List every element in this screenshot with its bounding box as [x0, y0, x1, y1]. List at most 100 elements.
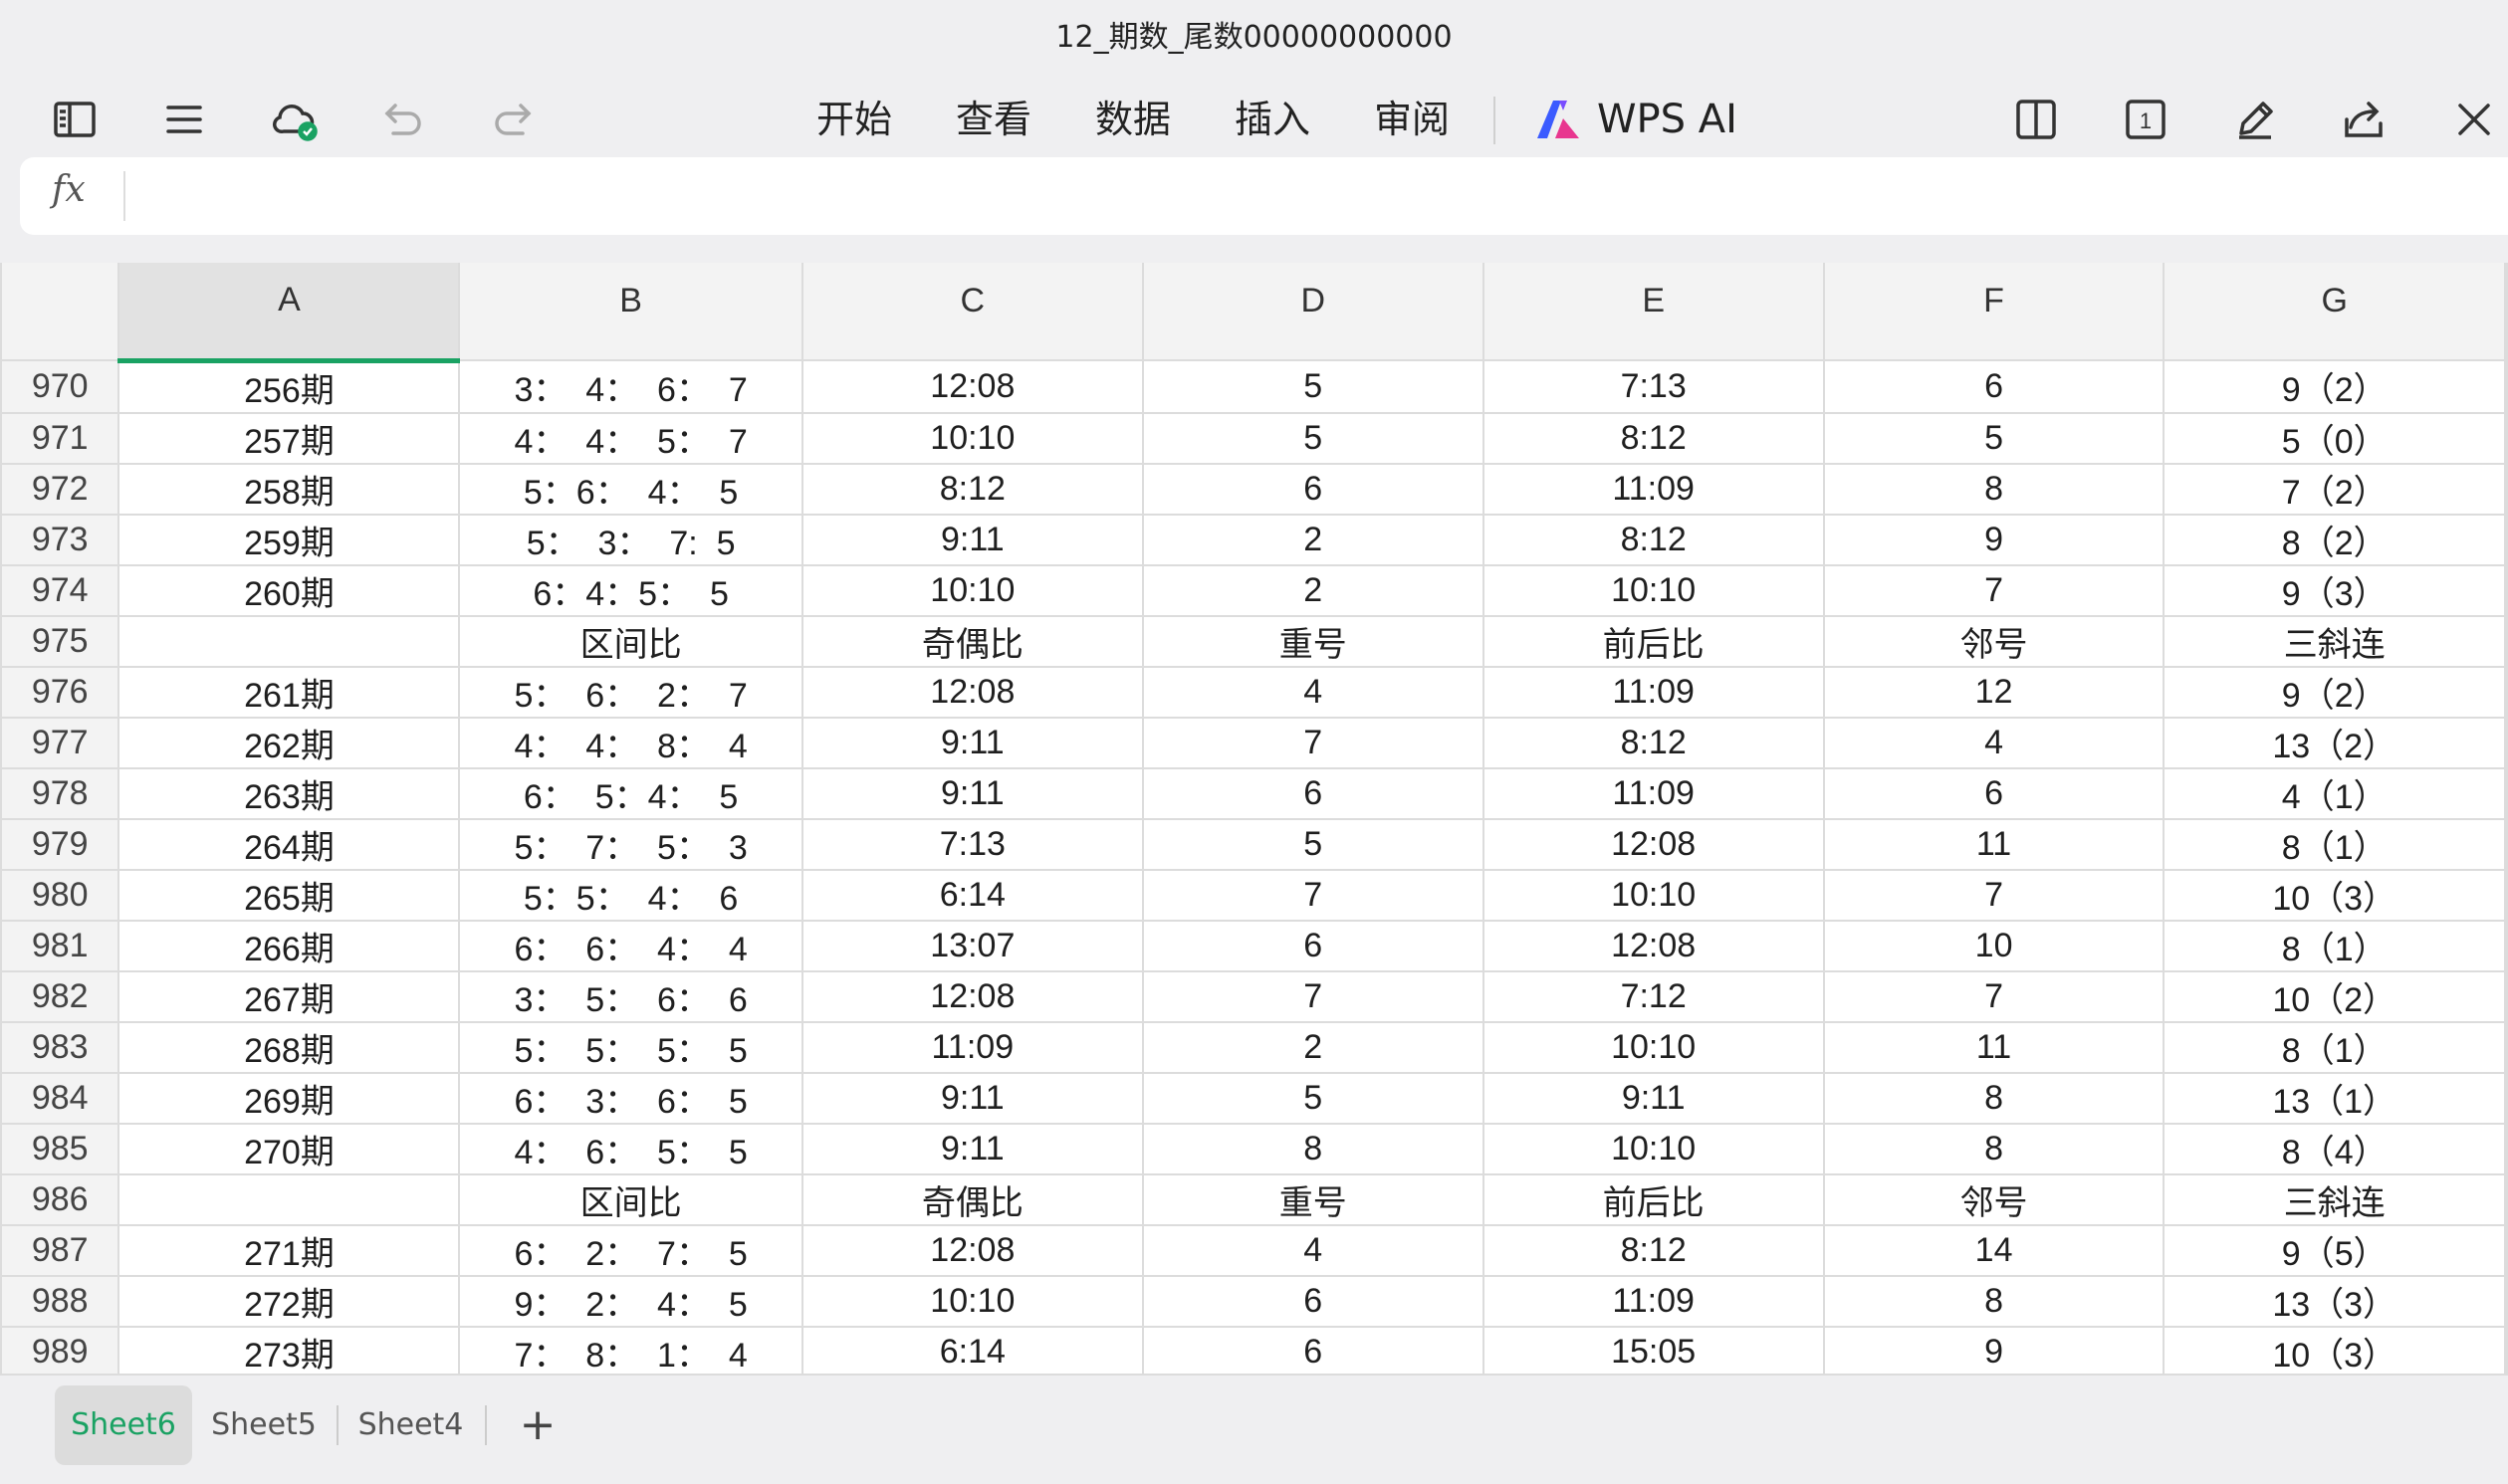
row-header[interactable]: 980 — [0, 868, 120, 922]
cell-b[interactable]: 5：6： 4： 5 — [458, 462, 803, 516]
column-header-f[interactable]: F — [1822, 263, 2166, 361]
cell-d[interactable]: 6 — [1141, 462, 1484, 516]
cell-b[interactable]: 3： 5： 6： 6 — [458, 969, 803, 1023]
cell-c[interactable]: 6:14 — [800, 1325, 1144, 1374]
cell-d[interactable]: 7 — [1141, 868, 1484, 922]
cell-b[interactable]: 6：4：5： 5 — [458, 563, 803, 617]
cell-e[interactable]: 8:12 — [1482, 716, 1825, 769]
cell-f[interactable]: 邻号 — [1822, 1172, 2166, 1226]
cell-overflow[interactable] — [2504, 1325, 2508, 1374]
row-header[interactable]: 984 — [0, 1071, 120, 1125]
cell-overflow[interactable] — [2504, 1223, 2508, 1277]
cell-d[interactable]: 重号 — [1141, 614, 1484, 668]
cell-d[interactable]: 重号 — [1141, 1172, 1484, 1226]
row-header[interactable]: 977 — [0, 716, 120, 769]
cell-overflow[interactable] — [2504, 462, 2508, 516]
cell-a[interactable] — [117, 614, 461, 668]
sheet-tab-sheet5[interactable]: Sheet5 — [204, 1385, 324, 1465]
cell-a[interactable]: 256期 — [117, 359, 461, 414]
cell-c[interactable]: 12:08 — [800, 1223, 1144, 1277]
cell-a[interactable]: 263期 — [117, 766, 461, 820]
cell-e[interactable]: 15:05 — [1482, 1325, 1825, 1374]
cell-e[interactable]: 12:08 — [1482, 919, 1825, 972]
cell-overflow[interactable] — [2504, 1020, 2508, 1074]
cell-c[interactable]: 10:10 — [800, 563, 1144, 617]
cell-d[interactable]: 6 — [1141, 1325, 1484, 1374]
cell-b[interactable]: 5： 3： 7: 5 — [458, 513, 803, 566]
cell-d[interactable]: 5 — [1141, 1071, 1484, 1125]
cell-e[interactable]: 11:09 — [1482, 665, 1825, 719]
cell-c[interactable]: 12:08 — [800, 665, 1144, 719]
cell-e[interactable]: 10:10 — [1482, 563, 1825, 617]
cell-b[interactable]: 3： 4： 6： 7 — [458, 359, 803, 414]
cell-overflow[interactable] — [2504, 359, 2508, 414]
row-header[interactable]: 976 — [0, 665, 120, 719]
cell-e[interactable]: 11:09 — [1482, 1274, 1825, 1328]
cell-g[interactable]: 9（2） — [2163, 665, 2506, 719]
cell-a[interactable]: 266期 — [117, 919, 461, 972]
cell-c[interactable]: 9:11 — [800, 1122, 1144, 1175]
cell-b[interactable]: 区间比 — [458, 1172, 803, 1226]
cell-c[interactable]: 12:08 — [800, 359, 1144, 414]
cell-d[interactable]: 5 — [1141, 411, 1484, 465]
cell-g[interactable]: 13（1） — [2163, 1071, 2506, 1125]
cell-d[interactable]: 6 — [1141, 919, 1484, 972]
cell-d[interactable]: 2 — [1141, 1020, 1484, 1074]
cell-b[interactable]: 7： 8： 1： 4 — [458, 1325, 803, 1374]
add-sheet-button[interactable]: + — [508, 1385, 568, 1465]
cell-f[interactable]: 9 — [1822, 513, 2166, 566]
cell-g[interactable]: 10（3） — [2163, 868, 2506, 922]
cell-f[interactable]: 8 — [1822, 1122, 2166, 1175]
cell-d[interactable]: 8 — [1141, 1122, 1484, 1175]
row-header[interactable]: 981 — [0, 919, 120, 972]
cell-f[interactable]: 4 — [1822, 716, 2166, 769]
cell-overflow[interactable] — [2504, 868, 2508, 922]
wps-ai-button[interactable]: WPS AI — [1533, 85, 1737, 154]
column-header-a[interactable]: A — [117, 263, 461, 363]
cell-c[interactable]: 8:12 — [800, 462, 1144, 516]
cell-a[interactable]: 258期 — [117, 462, 461, 516]
cell-g[interactable]: 三斜连 — [2163, 614, 2506, 668]
cell-g[interactable]: 7（2） — [2163, 462, 2506, 516]
cell-c[interactable]: 11:09 — [800, 1020, 1144, 1074]
cloud-sync-icon[interactable] — [259, 85, 329, 154]
close-icon[interactable] — [2439, 85, 2508, 154]
cell-a[interactable] — [117, 1172, 461, 1226]
cell-b[interactable]: 6： 6： 4： 4 — [458, 919, 803, 972]
cell-a[interactable]: 273期 — [117, 1325, 461, 1374]
row-header[interactable]: 989 — [0, 1325, 120, 1374]
cell-d[interactable]: 7 — [1141, 716, 1484, 769]
cell-c[interactable]: 9:11 — [800, 513, 1144, 566]
cell-overflow[interactable] — [2504, 1122, 2508, 1175]
cell-c[interactable]: 奇偶比 — [800, 614, 1144, 668]
cell-b[interactable]: 5：5： 4： 6 — [458, 868, 803, 922]
row-header[interactable]: 986 — [0, 1172, 120, 1226]
cell-a[interactable]: 272期 — [117, 1274, 461, 1328]
cell-b[interactable]: 5： 7： 5： 3 — [458, 817, 803, 871]
cell-a[interactable]: 261期 — [117, 665, 461, 719]
cell-a[interactable]: 270期 — [117, 1122, 461, 1175]
cell-f[interactable]: 6 — [1822, 766, 2166, 820]
cell-a[interactable]: 257期 — [117, 411, 461, 465]
menu-insert[interactable]: 插入 — [1235, 85, 1310, 154]
column-header-b[interactable]: B — [458, 263, 803, 361]
cell-g[interactable]: 9（2） — [2163, 359, 2506, 414]
cell-overflow[interactable] — [2504, 817, 2508, 871]
cell-overflow[interactable] — [2504, 411, 2508, 465]
cell-overflow[interactable] — [2504, 716, 2508, 769]
cell-c[interactable]: 13:07 — [800, 919, 1144, 972]
cell-e[interactable]: 7:12 — [1482, 969, 1825, 1023]
cell-a[interactable]: 259期 — [117, 513, 461, 566]
cell-g[interactable]: 13（3） — [2163, 1274, 2506, 1328]
sheet-tab-sheet6[interactable]: Sheet6 — [55, 1385, 192, 1465]
cell-g[interactable]: 10（3） — [2163, 1325, 2506, 1374]
pen-edit-icon[interactable] — [2220, 85, 2290, 154]
cell-g[interactable]: 10（2） — [2163, 969, 2506, 1023]
cell-f[interactable]: 邻号 — [1822, 614, 2166, 668]
cell-b[interactable]: 5： 6： 2： 7 — [458, 665, 803, 719]
row-header[interactable]: 979 — [0, 817, 120, 871]
cell-g[interactable]: 13（2） — [2163, 716, 2506, 769]
menu-icon[interactable] — [149, 85, 219, 154]
cell-f[interactable]: 5 — [1822, 411, 2166, 465]
cell-a[interactable]: 264期 — [117, 817, 461, 871]
